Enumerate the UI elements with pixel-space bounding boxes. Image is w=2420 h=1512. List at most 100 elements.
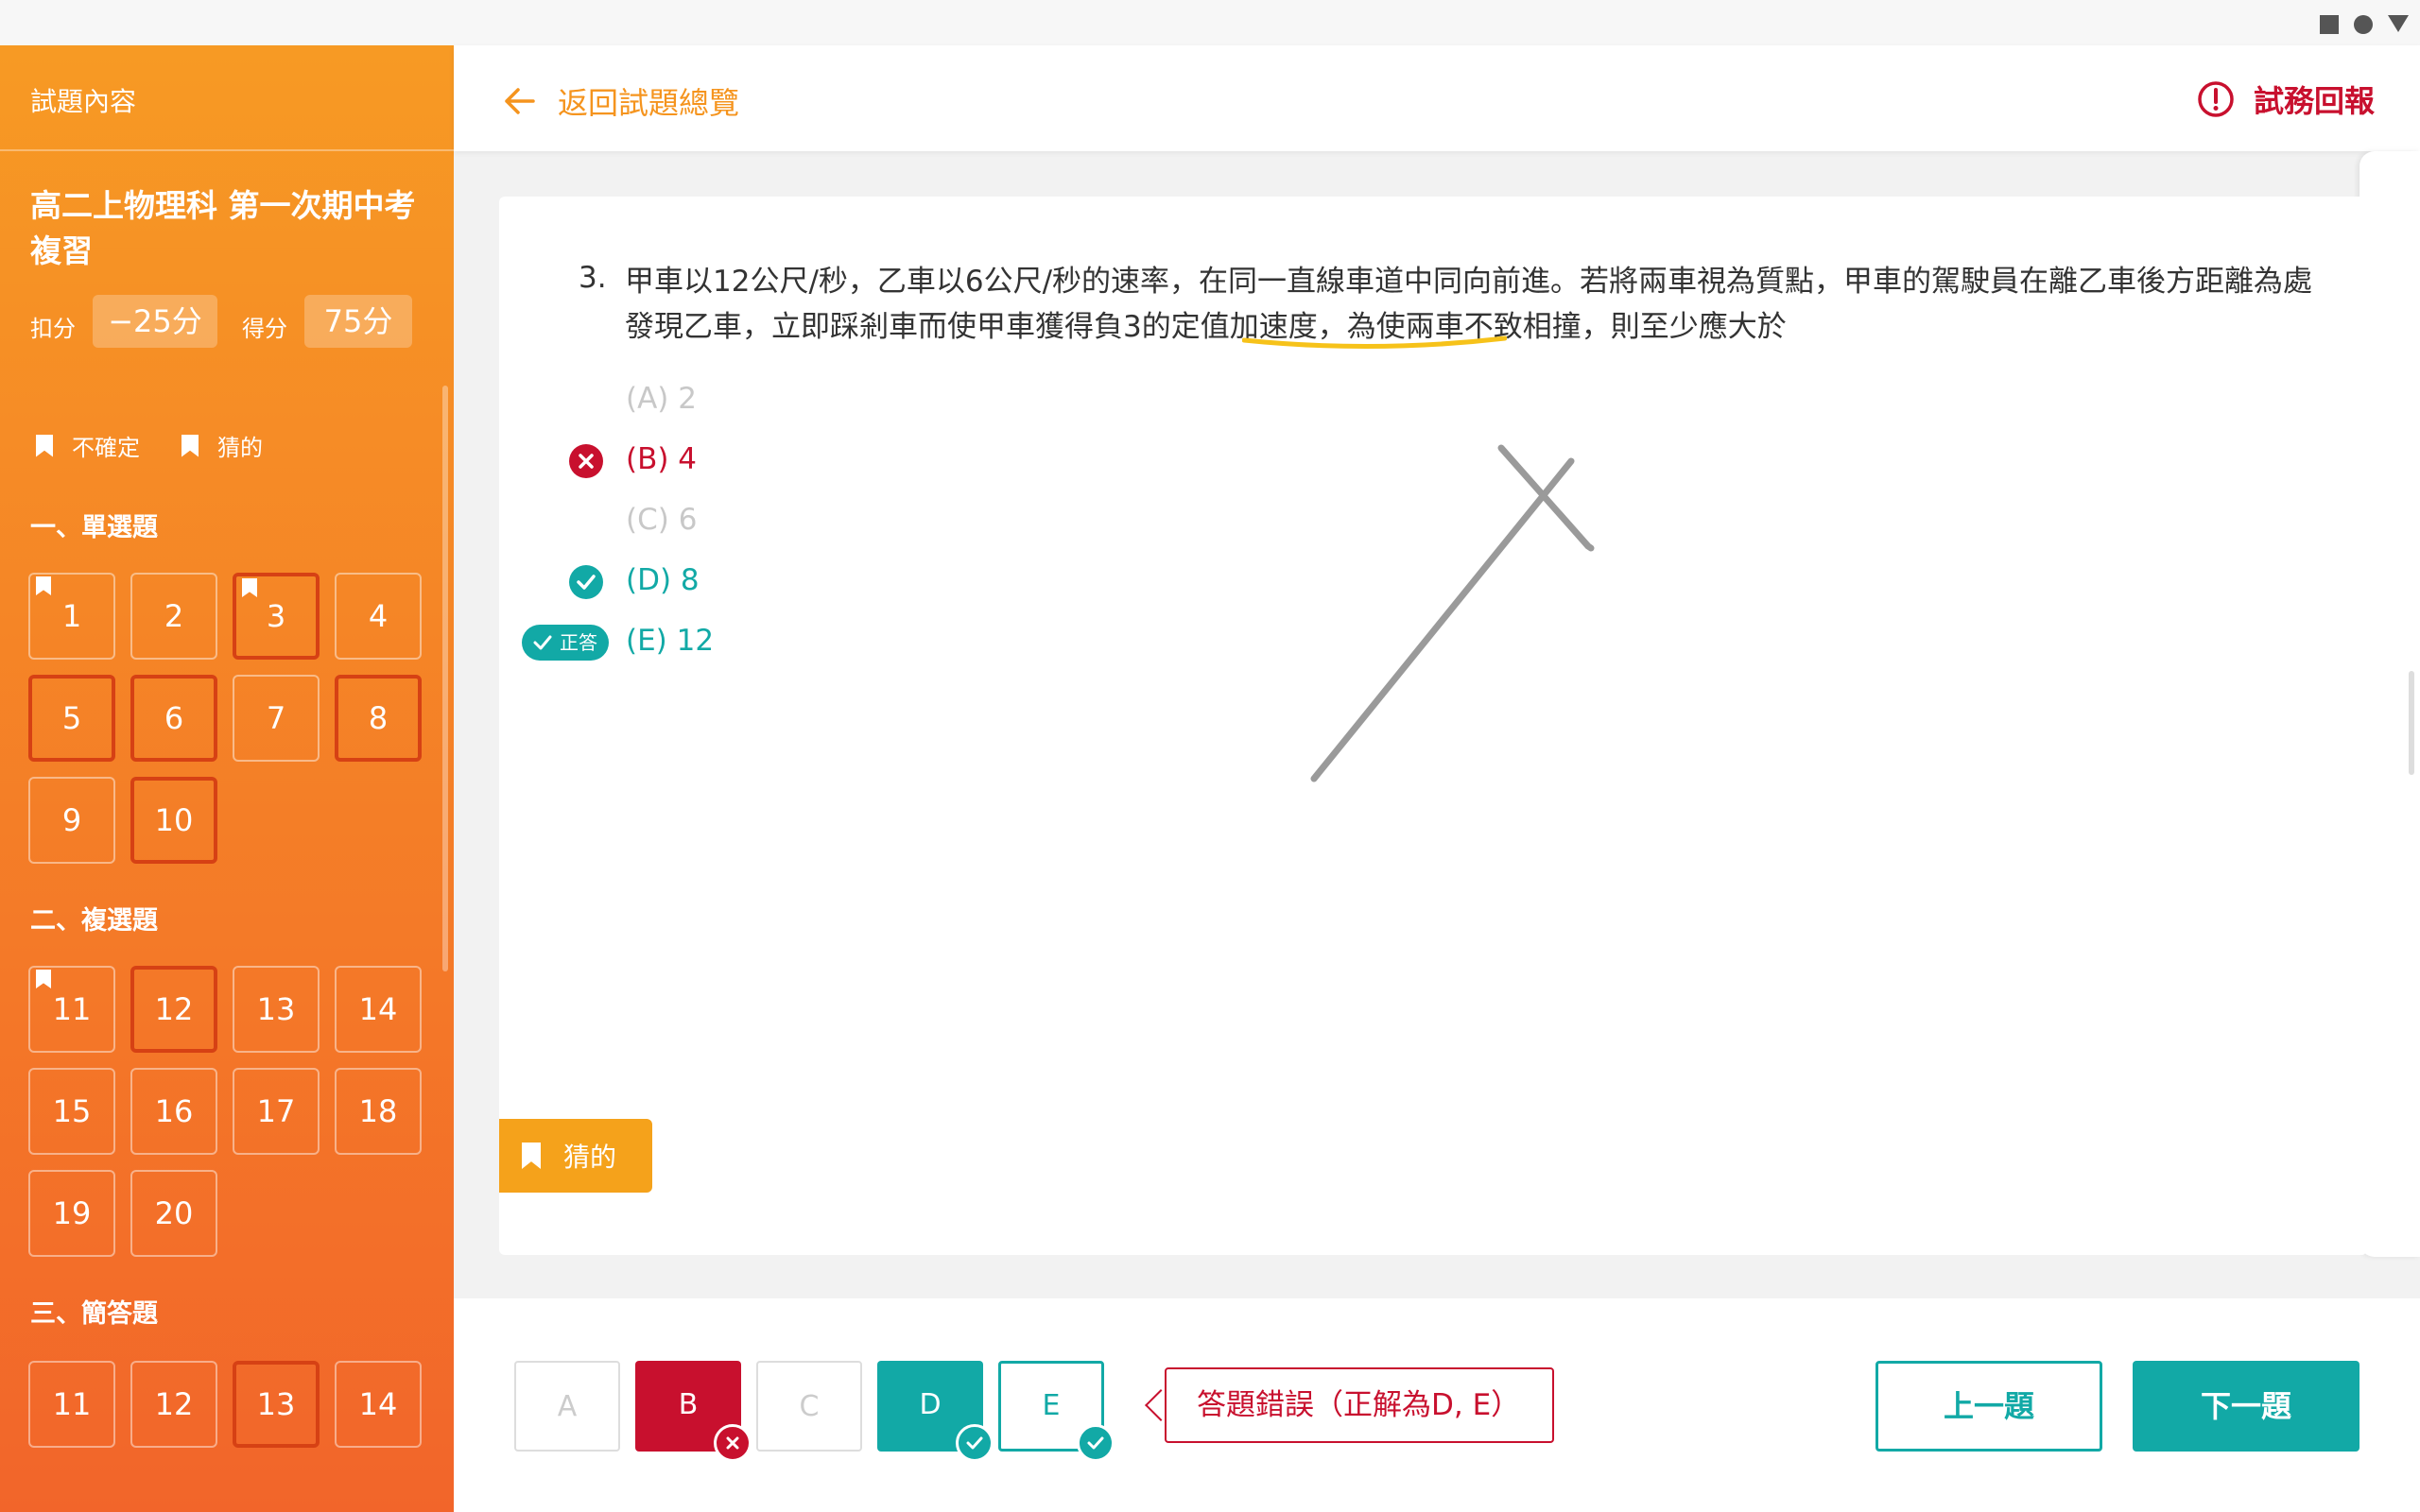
legend-guess: 猜的: [182, 429, 263, 462]
question-button-9[interactable]: 9: [28, 777, 115, 864]
question-button-19[interactable]: 19: [28, 1170, 115, 1257]
bookmark-icon: [522, 1143, 541, 1169]
question-button-5[interactable]: 5: [28, 675, 115, 762]
question-number: 2: [164, 598, 184, 634]
check-icon: [1077, 1424, 1115, 1462]
top-bar: 返回試題總覽 試務回報: [454, 45, 2420, 151]
question-button-12[interactable]: 12: [130, 966, 217, 1053]
option-e[interactable]: (E) 12: [626, 624, 714, 658]
section-title-multiple-choice: 二、複選題: [30, 906, 158, 936]
question-button-20[interactable]: 20: [130, 1170, 217, 1257]
wrong-icon: [569, 444, 603, 478]
question-number: 16: [154, 1093, 194, 1129]
mark-as-guess-button[interactable]: 猜的: [499, 1119, 652, 1193]
score-value: 75分: [304, 295, 412, 348]
alert-circle-icon: [2198, 81, 2234, 117]
bookmark-unsure-icon: [36, 434, 53, 457]
question-number: 12: [154, 991, 194, 1027]
system-bar: [0, 0, 2420, 45]
question-button-7[interactable]: 7: [233, 675, 320, 762]
option-d[interactable]: (D) 8: [626, 563, 700, 597]
question-number: 14: [358, 1386, 398, 1422]
question-button-8[interactable]: 8: [335, 675, 422, 762]
question-button-short-13[interactable]: 13: [233, 1361, 320, 1448]
sidebar-header: 試題內容: [0, 45, 454, 151]
dropdown-triangle-icon[interactable]: [2388, 15, 2409, 32]
question-button-3[interactable]: 3: [233, 573, 320, 660]
question-number: 15: [52, 1093, 92, 1129]
arrow-left-icon: [505, 88, 535, 114]
section-title-single-choice: 一、單選題: [30, 513, 158, 542]
question-button-short-11[interactable]: 11: [28, 1361, 115, 1448]
report-label: 試務回報: [2253, 83, 2375, 119]
back-to-overview-link[interactable]: 返回試題總覽: [503, 79, 739, 123]
highlight-underline: [1242, 335, 1507, 350]
legend-unsure-label: 不確定: [72, 435, 140, 461]
bookmark-icon: [242, 578, 257, 597]
question-number: 5: [61, 700, 82, 736]
question-button-short-14[interactable]: 14: [335, 1361, 422, 1448]
legend-guess-label: 猜的: [217, 435, 263, 461]
sidebar: 試題內容 高二上物理科 第一次期中考複習 扣分 −25分 得分 75分 不確定 …: [0, 45, 454, 1512]
question-button-1[interactable]: 1: [28, 573, 115, 660]
answer-choice-a[interactable]: A: [514, 1361, 620, 1452]
question-number: 1: [61, 598, 82, 634]
question-number: 6: [164, 700, 184, 736]
question-button-11[interactable]: 11: [28, 966, 115, 1053]
bookmark-guess-icon: [182, 434, 199, 457]
wrong-icon: [714, 1424, 752, 1462]
question-button-6[interactable]: 6: [130, 675, 217, 762]
deduct-value: −25分: [93, 295, 217, 348]
legend-unsure: 不確定: [36, 429, 140, 462]
question-button-14[interactable]: 14: [335, 966, 422, 1053]
question-number: 9: [61, 802, 82, 838]
question-button-short-12[interactable]: 12: [130, 1361, 217, 1448]
content-scrollbar[interactable]: [2409, 671, 2414, 775]
guess-button-label: 猜的: [563, 1142, 617, 1173]
question-button-10[interactable]: 10: [130, 777, 217, 864]
question-number: 3: [266, 598, 286, 634]
question-button-2[interactable]: 2: [130, 573, 217, 660]
sidebar-header-title: 試題內容: [30, 86, 137, 117]
question-button-4[interactable]: 4: [335, 573, 422, 660]
sidebar-scrollbar[interactable]: [442, 386, 448, 971]
option-a[interactable]: (A) 2: [626, 382, 697, 416]
option-c[interactable]: (C) 6: [626, 503, 697, 537]
question-number: 11: [52, 1386, 92, 1422]
back-label: 返回試題總覽: [558, 85, 740, 121]
answer-result-tooltip: 答題錯誤（正解為D, E）: [1165, 1367, 1554, 1443]
question-number: 13: [256, 1386, 296, 1422]
deduct-label: 扣分: [30, 316, 76, 342]
question-button-17[interactable]: 17: [233, 1068, 320, 1155]
question-number: 20: [154, 1195, 194, 1231]
next-question-button[interactable]: 下一題: [2133, 1361, 2360, 1452]
stop-icon[interactable]: [2320, 15, 2339, 34]
check-icon: [533, 635, 552, 650]
question-number: 13: [256, 991, 296, 1027]
question-number: 12: [154, 1386, 194, 1422]
question-number: 8: [368, 700, 389, 736]
question-button-13[interactable]: 13: [233, 966, 320, 1053]
question-button-15[interactable]: 15: [28, 1068, 115, 1155]
question-number: 17: [256, 1093, 296, 1129]
question-button-18[interactable]: 18: [335, 1068, 422, 1155]
record-icon[interactable]: [2354, 15, 2373, 34]
question-number: 11: [52, 991, 92, 1027]
exam-title: 高二上物理科 第一次期中考複習: [30, 187, 416, 269]
answer-choice-c[interactable]: C: [756, 1361, 862, 1452]
check-icon: [956, 1424, 994, 1462]
question-number: 19: [52, 1195, 92, 1231]
option-b[interactable]: (B) 4: [626, 442, 697, 476]
previous-question-button[interactable]: 上一題: [1876, 1361, 2102, 1452]
handwritten-scribble: [1310, 444, 1595, 782]
section-title-short-answer: 三、簡答題: [30, 1299, 158, 1329]
question-number: 18: [358, 1093, 398, 1129]
report-issue-link[interactable]: 試務回報: [2197, 77, 2375, 121]
correct-badge-label: 正答: [560, 631, 597, 654]
question-number: 14: [358, 991, 398, 1027]
correct-answer-badge: 正答: [522, 625, 609, 661]
check-icon: [569, 565, 603, 599]
question-button-16[interactable]: 16: [130, 1068, 217, 1155]
question-number: 10: [154, 802, 194, 838]
question-number: 4: [368, 598, 389, 634]
